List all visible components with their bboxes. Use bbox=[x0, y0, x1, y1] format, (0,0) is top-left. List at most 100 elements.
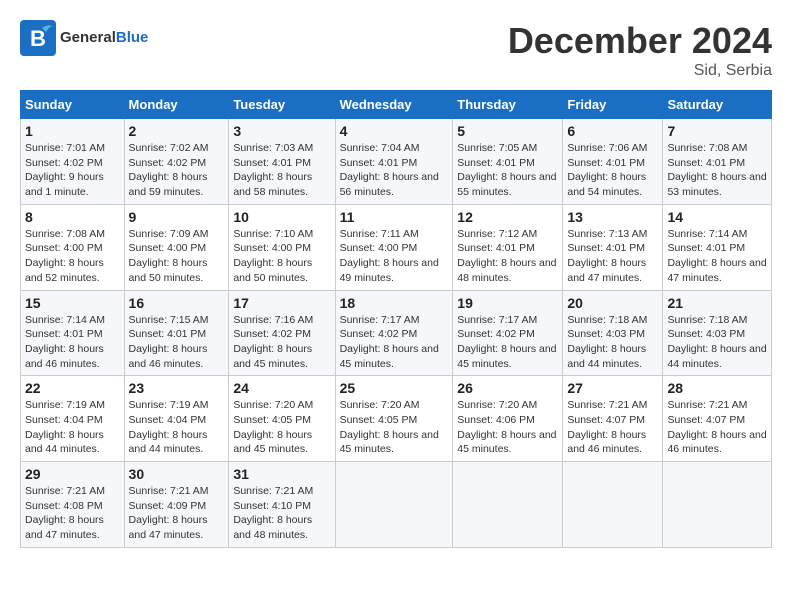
calendar-cell: 5 Sunrise: 7:05 AM Sunset: 4:01 PM Dayli… bbox=[453, 119, 563, 205]
day-number: 18 bbox=[340, 295, 449, 311]
day-info: Sunrise: 7:16 AM Sunset: 4:02 PM Dayligh… bbox=[233, 313, 330, 372]
day-number: 23 bbox=[129, 380, 225, 396]
day-info: Sunrise: 7:08 AM Sunset: 4:01 PM Dayligh… bbox=[667, 141, 767, 200]
calendar-cell: 23 Sunrise: 7:19 AM Sunset: 4:04 PM Dayl… bbox=[124, 376, 229, 462]
calendar-cell: 4 Sunrise: 7:04 AM Sunset: 4:01 PM Dayli… bbox=[335, 119, 453, 205]
calendar-title: December 2024 bbox=[508, 20, 772, 62]
day-number: 9 bbox=[129, 209, 225, 225]
calendar-cell: 26 Sunrise: 7:20 AM Sunset: 4:06 PM Dayl… bbox=[453, 376, 563, 462]
calendar-cell: 24 Sunrise: 7:20 AM Sunset: 4:05 PM Dayl… bbox=[229, 376, 335, 462]
calendar-cell: 11 Sunrise: 7:11 AM Sunset: 4:00 PM Dayl… bbox=[335, 204, 453, 290]
day-number: 2 bbox=[129, 123, 225, 139]
calendar-cell: 21 Sunrise: 7:18 AM Sunset: 4:03 PM Dayl… bbox=[663, 290, 772, 376]
col-thursday: Thursday bbox=[453, 91, 563, 119]
col-saturday: Saturday bbox=[663, 91, 772, 119]
calendar-cell: 30 Sunrise: 7:21 AM Sunset: 4:09 PM Dayl… bbox=[124, 462, 229, 548]
day-info: Sunrise: 7:10 AM Sunset: 4:00 PM Dayligh… bbox=[233, 227, 330, 286]
day-number: 12 bbox=[457, 209, 558, 225]
day-info: Sunrise: 7:08 AM Sunset: 4:00 PM Dayligh… bbox=[25, 227, 120, 286]
day-info: Sunrise: 7:03 AM Sunset: 4:01 PM Dayligh… bbox=[233, 141, 330, 200]
day-info: Sunrise: 7:18 AM Sunset: 4:03 PM Dayligh… bbox=[667, 313, 767, 372]
calendar-cell: 13 Sunrise: 7:13 AM Sunset: 4:01 PM Dayl… bbox=[563, 204, 663, 290]
calendar-week-row: 15 Sunrise: 7:14 AM Sunset: 4:01 PM Dayl… bbox=[21, 290, 772, 376]
day-number: 15 bbox=[25, 295, 120, 311]
page-header: B GeneralBlue December 2024 Sid, Serbia bbox=[20, 20, 772, 80]
day-number: 14 bbox=[667, 209, 767, 225]
day-number: 8 bbox=[25, 209, 120, 225]
day-number: 20 bbox=[567, 295, 658, 311]
day-info: Sunrise: 7:12 AM Sunset: 4:01 PM Dayligh… bbox=[457, 227, 558, 286]
day-number: 11 bbox=[340, 209, 449, 225]
day-number: 22 bbox=[25, 380, 120, 396]
day-info: Sunrise: 7:21 AM Sunset: 4:08 PM Dayligh… bbox=[25, 484, 120, 543]
logo-text-blue: Blue bbox=[116, 29, 149, 46]
day-number: 3 bbox=[233, 123, 330, 139]
day-info: Sunrise: 7:19 AM Sunset: 4:04 PM Dayligh… bbox=[129, 398, 225, 457]
day-number: 29 bbox=[25, 466, 120, 482]
calendar-cell: 31 Sunrise: 7:21 AM Sunset: 4:10 PM Dayl… bbox=[229, 462, 335, 548]
calendar-cell: 16 Sunrise: 7:15 AM Sunset: 4:01 PM Dayl… bbox=[124, 290, 229, 376]
day-number: 5 bbox=[457, 123, 558, 139]
day-number: 4 bbox=[340, 123, 449, 139]
calendar-cell: 6 Sunrise: 7:06 AM Sunset: 4:01 PM Dayli… bbox=[563, 119, 663, 205]
day-info: Sunrise: 7:14 AM Sunset: 4:01 PM Dayligh… bbox=[25, 313, 120, 372]
logo-text-general: General bbox=[60, 29, 116, 46]
day-info: Sunrise: 7:21 AM Sunset: 4:07 PM Dayligh… bbox=[667, 398, 767, 457]
calendar-table: Sunday Monday Tuesday Wednesday Thursday… bbox=[20, 90, 772, 548]
day-number: 6 bbox=[567, 123, 658, 139]
day-number: 19 bbox=[457, 295, 558, 311]
day-number: 7 bbox=[667, 123, 767, 139]
day-info: Sunrise: 7:15 AM Sunset: 4:01 PM Dayligh… bbox=[129, 313, 225, 372]
day-info: Sunrise: 7:20 AM Sunset: 4:05 PM Dayligh… bbox=[340, 398, 449, 457]
calendar-cell: 15 Sunrise: 7:14 AM Sunset: 4:01 PM Dayl… bbox=[21, 290, 125, 376]
calendar-cell bbox=[563, 462, 663, 548]
calendar-cell: 25 Sunrise: 7:20 AM Sunset: 4:05 PM Dayl… bbox=[335, 376, 453, 462]
day-info: Sunrise: 7:19 AM Sunset: 4:04 PM Dayligh… bbox=[25, 398, 120, 457]
day-number: 13 bbox=[567, 209, 658, 225]
day-number: 16 bbox=[129, 295, 225, 311]
day-number: 28 bbox=[667, 380, 767, 396]
calendar-week-row: 1 Sunrise: 7:01 AM Sunset: 4:02 PM Dayli… bbox=[21, 119, 772, 205]
day-number: 17 bbox=[233, 295, 330, 311]
calendar-cell: 3 Sunrise: 7:03 AM Sunset: 4:01 PM Dayli… bbox=[229, 119, 335, 205]
svg-text:B: B bbox=[30, 26, 46, 51]
day-number: 31 bbox=[233, 466, 330, 482]
calendar-cell bbox=[335, 462, 453, 548]
day-number: 27 bbox=[567, 380, 658, 396]
day-info: Sunrise: 7:17 AM Sunset: 4:02 PM Dayligh… bbox=[340, 313, 449, 372]
calendar-cell: 12 Sunrise: 7:12 AM Sunset: 4:01 PM Dayl… bbox=[453, 204, 563, 290]
day-info: Sunrise: 7:06 AM Sunset: 4:01 PM Dayligh… bbox=[567, 141, 658, 200]
day-number: 26 bbox=[457, 380, 558, 396]
day-info: Sunrise: 7:14 AM Sunset: 4:01 PM Dayligh… bbox=[667, 227, 767, 286]
col-tuesday: Tuesday bbox=[229, 91, 335, 119]
day-number: 1 bbox=[25, 123, 120, 139]
logo-icon: B bbox=[20, 20, 56, 56]
day-info: Sunrise: 7:21 AM Sunset: 4:09 PM Dayligh… bbox=[129, 484, 225, 543]
day-info: Sunrise: 7:20 AM Sunset: 4:06 PM Dayligh… bbox=[457, 398, 558, 457]
day-info: Sunrise: 7:05 AM Sunset: 4:01 PM Dayligh… bbox=[457, 141, 558, 200]
calendar-cell bbox=[453, 462, 563, 548]
day-info: Sunrise: 7:13 AM Sunset: 4:01 PM Dayligh… bbox=[567, 227, 658, 286]
title-section: December 2024 Sid, Serbia bbox=[508, 20, 772, 80]
calendar-week-row: 29 Sunrise: 7:21 AM Sunset: 4:08 PM Dayl… bbox=[21, 462, 772, 548]
day-info: Sunrise: 7:02 AM Sunset: 4:02 PM Dayligh… bbox=[129, 141, 225, 200]
calendar-cell: 1 Sunrise: 7:01 AM Sunset: 4:02 PM Dayli… bbox=[21, 119, 125, 205]
day-info: Sunrise: 7:17 AM Sunset: 4:02 PM Dayligh… bbox=[457, 313, 558, 372]
day-number: 30 bbox=[129, 466, 225, 482]
day-info: Sunrise: 7:11 AM Sunset: 4:00 PM Dayligh… bbox=[340, 227, 449, 286]
calendar-week-row: 8 Sunrise: 7:08 AM Sunset: 4:00 PM Dayli… bbox=[21, 204, 772, 290]
day-number: 24 bbox=[233, 380, 330, 396]
calendar-cell: 29 Sunrise: 7:21 AM Sunset: 4:08 PM Dayl… bbox=[21, 462, 125, 548]
calendar-week-row: 22 Sunrise: 7:19 AM Sunset: 4:04 PM Dayl… bbox=[21, 376, 772, 462]
logo: B GeneralBlue bbox=[20, 20, 148, 56]
day-info: Sunrise: 7:20 AM Sunset: 4:05 PM Dayligh… bbox=[233, 398, 330, 457]
day-number: 21 bbox=[667, 295, 767, 311]
day-info: Sunrise: 7:09 AM Sunset: 4:00 PM Dayligh… bbox=[129, 227, 225, 286]
day-info: Sunrise: 7:04 AM Sunset: 4:01 PM Dayligh… bbox=[340, 141, 449, 200]
calendar-cell: 2 Sunrise: 7:02 AM Sunset: 4:02 PM Dayli… bbox=[124, 119, 229, 205]
calendar-subtitle: Sid, Serbia bbox=[508, 62, 772, 80]
calendar-cell: 19 Sunrise: 7:17 AM Sunset: 4:02 PM Dayl… bbox=[453, 290, 563, 376]
calendar-cell: 14 Sunrise: 7:14 AM Sunset: 4:01 PM Dayl… bbox=[663, 204, 772, 290]
calendar-cell bbox=[663, 462, 772, 548]
day-number: 25 bbox=[340, 380, 449, 396]
